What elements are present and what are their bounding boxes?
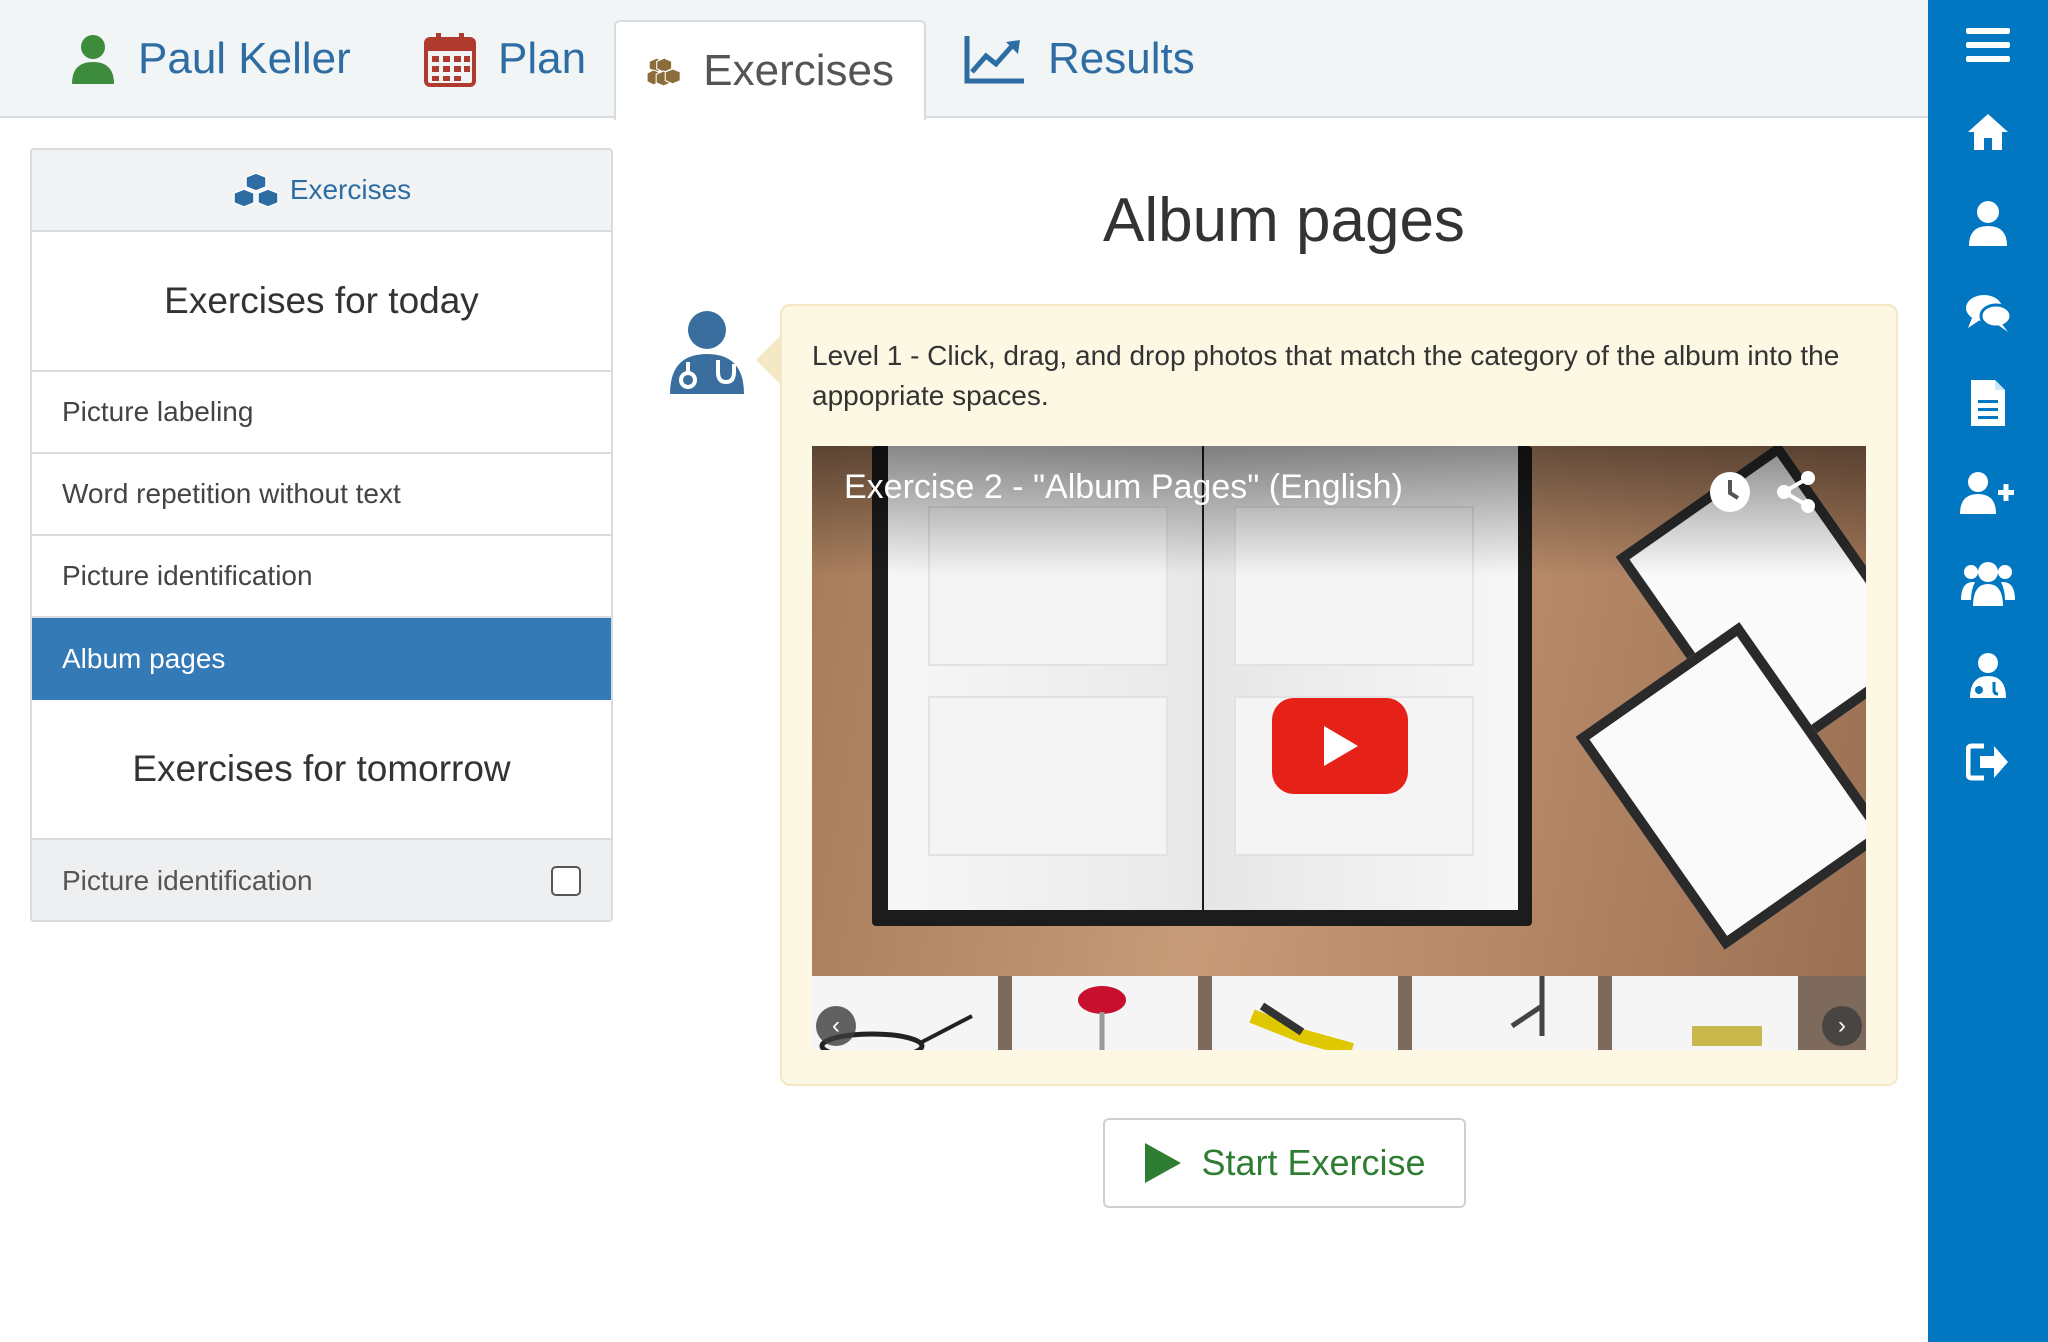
list-item-picture-identification[interactable]: Picture identification [32,536,611,618]
today-section-title: Exercises for today [32,232,611,372]
panel-header: Exercises [32,150,611,232]
video-thumbnail-strip [812,976,1866,1050]
top-tab-bar: Paul Keller Plan Exercises Results [0,0,1928,120]
tab-exercises-label: Exercises [703,46,894,95]
list-item-tomorrow-picture-identification[interactable]: Picture identification [32,840,611,920]
tab-results-label: Results [1048,34,1195,83]
share-icon[interactable] [1774,470,1818,519]
group-icon[interactable] [1928,560,2048,606]
document-icon[interactable] [1928,378,2048,428]
home-icon[interactable] [1928,112,2048,152]
add-user-icon[interactable] [1928,470,2048,516]
tomorrow-item-label: Picture identification [62,865,313,896]
cubes-icon [233,172,279,208]
list-item-picture-labeling[interactable]: Picture labeling [32,372,611,454]
tab-plan-label: Plan [498,34,587,83]
start-exercise-label: Start Exercise [1201,1142,1426,1183]
exercise-list-panel: Exercises Exercises for today Picture la… [30,148,613,922]
strip-next-icon[interactable]: › [1822,1006,1862,1046]
album-slot [928,696,1168,856]
tab-plan[interactable]: Plan [424,0,586,118]
calendar-icon [424,33,476,87]
instruction-bubble: Level 1 - Click, drag, and drop photos t… [780,304,1898,1086]
right-sidebar [1928,0,2048,1342]
tab-exercises[interactable]: Exercises [614,20,926,120]
panel-header-label: Exercises [289,174,412,205]
bubble-pointer [756,334,782,386]
page-title: Album pages [1103,186,1465,255]
doctor-icon [670,311,744,394]
user-icon[interactable] [1928,200,2048,246]
play-button[interactable] [1272,698,1408,794]
start-exercise-button[interactable]: Start Exercise [1103,1118,1466,1208]
play-icon [1324,726,1358,766]
video-thumbnail [1612,976,1798,1050]
video-thumbnail [1412,976,1598,1050]
user-icon [72,35,114,84]
line-chart-icon [964,36,1024,84]
chat-icon[interactable] [1928,292,2048,334]
tab-patient-label: Paul Keller [138,34,351,83]
doctor-icon[interactable] [1928,652,2048,698]
video-thumbnail [1212,976,1398,1050]
instruction-text: Level 1 - Click, drag, and drop photos t… [812,340,1840,411]
menu-icon[interactable] [1928,26,2048,64]
strip-prev-icon[interactable]: ‹ [816,1006,856,1046]
tab-patient[interactable]: Paul Keller [70,0,351,118]
tab-results[interactable]: Results [964,0,1195,118]
list-item-word-repetition[interactable]: Word repetition without text [32,454,611,536]
list-item-album-pages[interactable]: Album pages [32,618,611,700]
logout-icon[interactable] [1928,742,2048,782]
therapist-avatar [668,310,746,399]
tomorrow-section-title: Exercises for tomorrow [32,700,611,840]
video-thumbnail [1012,976,1198,1050]
play-icon [1145,1143,1182,1183]
tomorrow-item-checkbox[interactable] [551,866,581,896]
video-title[interactable]: Exercise 2 - "Album Pages" (English) [844,468,1403,507]
video-player[interactable]: Exercise 2 - "Album Pages" (English) ‹ › [812,446,1866,1050]
cubes-icon [646,57,681,87]
watch-later-icon[interactable] [1708,470,1752,519]
